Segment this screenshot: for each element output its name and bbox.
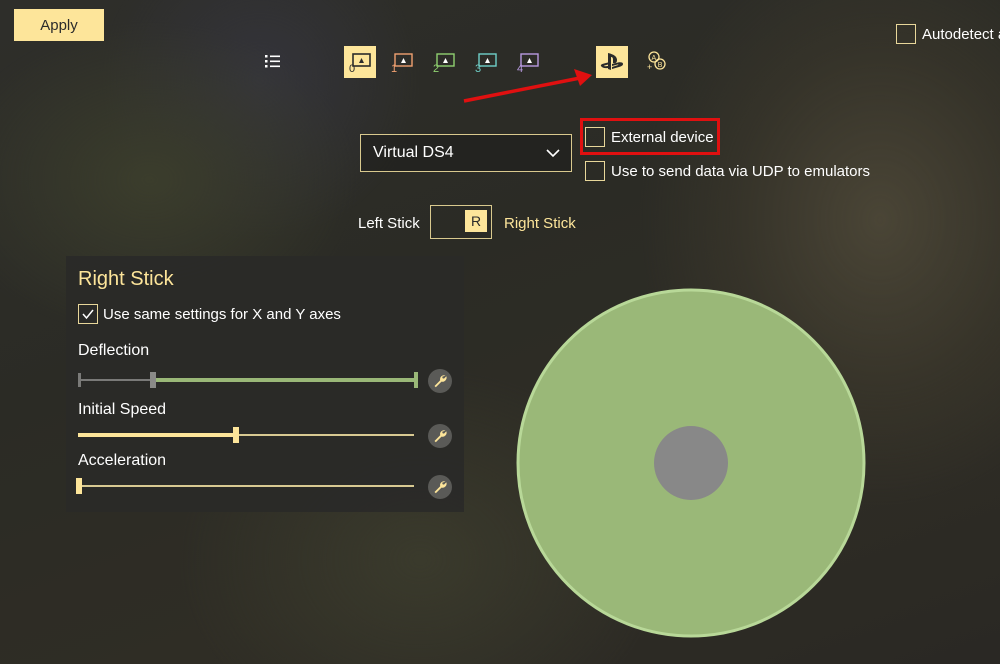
svg-text:B: B [658, 62, 663, 69]
slot-2-number: 2 [433, 63, 439, 74]
apply-button[interactable]: Apply [14, 9, 104, 41]
stick-visualizer [516, 288, 866, 638]
svg-text:+: + [647, 62, 652, 72]
deflection-range-fill [152, 378, 418, 382]
wrench-icon [434, 375, 447, 388]
deflection-label: Deflection [78, 342, 150, 359]
controller-slot-1[interactable]: 1 [386, 46, 418, 78]
initial-speed-label: Initial Speed [78, 401, 167, 418]
wrench-icon [434, 430, 447, 443]
acceleration-slider[interactable] [76, 478, 414, 494]
deflection-min-tick [78, 373, 81, 387]
external-device-checkbox[interactable] [585, 127, 605, 147]
slot-0-number: 0 [349, 63, 355, 74]
acceleration-label: Acceleration [78, 452, 167, 469]
stick-position-dot [654, 426, 728, 500]
slot-1-number: 1 [391, 63, 397, 74]
acceleration-settings-button[interactable] [428, 475, 452, 499]
playstation-icon [600, 53, 624, 70]
device-select-value: Virtual DS4 [373, 144, 454, 161]
chevron-down-icon [546, 149, 560, 158]
deflection-settings-button[interactable] [428, 369, 452, 393]
autodetect-option[interactable]: Autodetect a [896, 24, 1000, 44]
list-icon[interactable] [264, 52, 282, 70]
checkmark-icon [82, 309, 94, 320]
initial-speed-handle[interactable] [232, 427, 239, 443]
initial-speed-settings-button[interactable] [428, 424, 452, 448]
annotation-arrow [463, 69, 592, 103]
initial-speed-fill [78, 433, 236, 437]
xbox-buttons-icon: A B + [647, 51, 666, 72]
udp-option[interactable]: Use to send data via UDP to emulators [585, 161, 870, 181]
udp-label: Use to send data via UDP to emulators [611, 162, 871, 180]
same-settings-option[interactable]: Use same settings for X and Y axes [78, 304, 341, 324]
deflection-low-handle[interactable] [149, 372, 156, 388]
external-device-label: External device [611, 128, 714, 146]
udp-checkbox[interactable] [585, 161, 605, 181]
initial-speed-slider[interactable] [78, 427, 414, 443]
wrench-icon [434, 481, 447, 494]
deflection-high-handle[interactable] [414, 372, 418, 388]
controller-slot-0[interactable]: 0 [344, 46, 376, 78]
device-select[interactable]: Virtual DS4 [360, 134, 572, 172]
right-stick-label: Right Stick [504, 215, 576, 232]
panel-title: Right Stick [78, 268, 174, 290]
deflection-slider[interactable] [78, 372, 418, 388]
controller-slot-2[interactable]: 2 [428, 46, 460, 78]
acceleration-handle[interactable] [76, 478, 82, 494]
left-stick-label: Left Stick [358, 215, 420, 232]
stick-toggle-knob: R [465, 210, 487, 232]
xbox-buttons-button[interactable]: A B + [640, 46, 672, 78]
autodetect-label: Autodetect a [922, 25, 1000, 43]
same-settings-label: Use same settings for X and Y axes [103, 305, 341, 323]
same-settings-checkbox[interactable] [78, 304, 98, 324]
acceleration-track [76, 485, 414, 487]
external-device-option[interactable]: External device [585, 127, 714, 147]
autodetect-checkbox[interactable] [896, 24, 916, 44]
stick-toggle[interactable]: R [430, 205, 492, 239]
